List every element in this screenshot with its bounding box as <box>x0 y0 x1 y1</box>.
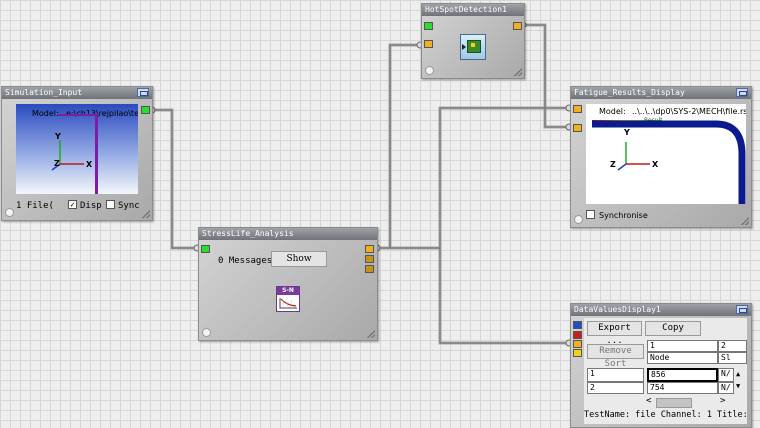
node-status-indicator <box>5 208 14 217</box>
table-cell-value[interactable]: N/ <box>718 382 734 394</box>
table-row-index[interactable]: 2 <box>587 382 644 394</box>
stresslife-title: StressLife_Analysis <box>202 229 294 238</box>
axis-x-label: X <box>86 160 93 169</box>
disp-checkbox[interactable]: ✓ <box>68 200 77 209</box>
scroll-down-icon[interactable]: ▼ <box>736 382 740 390</box>
stresslife-output-port-1[interactable] <box>365 245 374 253</box>
maximize-icon[interactable] <box>736 88 748 97</box>
datavalues-input-port-2[interactable] <box>573 331 582 339</box>
model-geometry-top <box>58 114 98 116</box>
disp-label: Disp <box>80 201 102 211</box>
remove-sort-button[interactable]: Remove Sort <box>587 344 644 369</box>
synchronise-label: Synchronise <box>599 211 648 220</box>
table-row-index[interactable]: 1 <box>587 368 644 382</box>
resize-grip-icon[interactable] <box>514 68 522 76</box>
copy-button[interactable]: Copy <box>645 321 701 336</box>
hotspot-titlebar[interactable]: HotSpotDetection1 <box>422 4 524 16</box>
node-status-indicator <box>202 328 211 337</box>
scroll-left-icon[interactable]: < <box>646 396 651 406</box>
fatigue-axis-z-label: Z <box>610 160 616 169</box>
row-header-node[interactable]: Node <box>647 352 718 364</box>
node-status-indicator <box>574 215 583 224</box>
table-cell-node[interactable]: 856 <box>647 368 718 382</box>
scroll-up-icon[interactable]: ▲ <box>736 370 740 378</box>
row-header-sl[interactable]: Sl <box>718 352 747 364</box>
sn-curve-icon[interactable]: S-N <box>276 286 300 312</box>
table-cell-value[interactable]: N/ <box>718 368 734 382</box>
fatigue-input-port-1[interactable] <box>573 105 582 113</box>
fatigue-axis-x-label: X <box>652 160 659 169</box>
maximize-icon[interactable] <box>736 305 748 314</box>
datavalues-input-port-1[interactable] <box>573 321 582 329</box>
sn-icon-label: S-N <box>277 287 299 295</box>
fatigue-title: Fatigue_Results_Display <box>574 88 685 97</box>
export-button[interactable]: Export ... <box>587 321 642 346</box>
scroll-right-icon[interactable]: > <box>720 396 725 406</box>
hotspot-output-port[interactable] <box>513 22 522 30</box>
datavalues-input-port-3[interactable] <box>573 340 582 348</box>
fatigue-result-plot <box>592 120 746 204</box>
axis-z-label: Z <box>54 159 60 168</box>
hotspot-detection-node[interactable]: HotSpotDetection1 <box>421 3 525 79</box>
maximize-icon[interactable] <box>137 88 149 97</box>
files-count-label: 1 File( <box>16 201 54 211</box>
datavalues-panel: Export ... Copy 1 2 Remove Sort Node Sl … <box>584 318 747 424</box>
datavalues-footer: TestName: file Channel: 1 Title: <box>584 410 747 420</box>
table-cell-node[interactable]: 754 <box>647 382 718 394</box>
fatigue-input-port-2[interactable] <box>573 124 582 132</box>
fatigue-axis-y-label: Y <box>624 128 630 137</box>
show-messages-button[interactable]: Show <box>271 251 327 267</box>
hotspot-title: HotSpotDetection1 <box>425 5 507 14</box>
hotspot-input-port-1[interactable] <box>424 22 433 30</box>
simulation-input-titlebar[interactable]: Simulation_Input <box>2 87 152 99</box>
datavalues-title: DataValuesDisplay1 <box>574 305 661 314</box>
synchronise-checkbox[interactable] <box>586 210 595 219</box>
axis-y-label: Y <box>55 132 61 141</box>
data-values-display-node[interactable]: DataValuesDisplay1 Export ... Copy 1 2 R… <box>570 303 752 428</box>
simulation-input-title: Simulation_Input <box>5 88 83 97</box>
stresslife-output-port-3[interactable] <box>365 265 374 273</box>
resize-grip-icon[interactable] <box>142 210 150 218</box>
column-header-1[interactable]: 1 <box>647 340 718 352</box>
hotspot-detection-icon[interactable] <box>460 34 486 60</box>
simulation-input-node[interactable]: Simulation_Input Model: e:\ch13\rejpilao… <box>1 86 153 221</box>
column-header-2[interactable]: 2 <box>718 340 747 352</box>
datavalues-input-port-4[interactable] <box>573 349 582 357</box>
stresslife-titlebar[interactable]: StressLife_Analysis <box>199 228 377 240</box>
fatigue-titlebar[interactable]: Fatigue_Results_Display <box>571 87 751 99</box>
fatigue-results-node[interactable]: Fatigue_Results_Display Model: ..\..\..\… <box>570 86 752 228</box>
messages-count-label: 0 Messages <box>218 256 273 266</box>
stresslife-output-port-2[interactable] <box>365 255 374 263</box>
simulation-input-output-port[interactable] <box>141 106 150 114</box>
sync-label: Sync <box>118 201 140 211</box>
datavalues-titlebar[interactable]: DataValuesDisplay1 <box>571 304 751 316</box>
viewport-model-label: Model: <box>32 109 59 118</box>
sync-checkbox[interactable] <box>106 200 115 209</box>
node-status-indicator <box>425 66 434 75</box>
resize-grip-icon[interactable] <box>367 330 375 338</box>
fatigue-results-viewport[interactable]: Model: ..\..\..\dp0\SYS-2\MECH\file.rs R… <box>586 104 746 204</box>
simulation-input-viewport[interactable]: Model: e:\ch13\rejpilao\tes Y Z X <box>16 104 138 194</box>
stresslife-input-port[interactable] <box>201 245 210 253</box>
horizontal-scrollbar-thumb[interactable] <box>656 398 692 408</box>
stresslife-analysis-node[interactable]: StressLife_Analysis 0 Messages Show S-N <box>198 227 378 341</box>
resize-grip-icon[interactable] <box>741 217 749 225</box>
hotspot-input-port-2[interactable] <box>424 40 433 48</box>
